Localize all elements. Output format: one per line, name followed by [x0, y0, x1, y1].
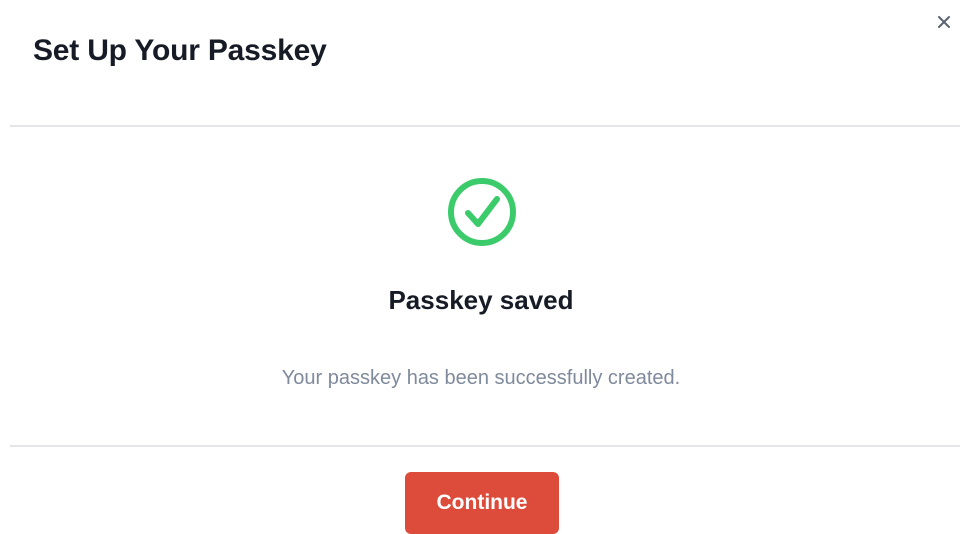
- close-icon[interactable]: [937, 15, 951, 29]
- status-title: Passkey saved: [388, 285, 574, 315]
- footer-divider: [10, 445, 960, 447]
- check-circle-icon: [448, 178, 516, 246]
- continue-button[interactable]: Continue: [405, 472, 559, 534]
- passkey-setup-dialog: Set Up Your Passkey Passkey saved Your p…: [0, 0, 962, 534]
- close-button[interactable]: [932, 10, 956, 34]
- dialog-title: Set Up Your Passkey: [33, 34, 327, 67]
- header-divider: [10, 125, 960, 127]
- status-message: Your passkey has been successfully creat…: [281, 367, 681, 389]
